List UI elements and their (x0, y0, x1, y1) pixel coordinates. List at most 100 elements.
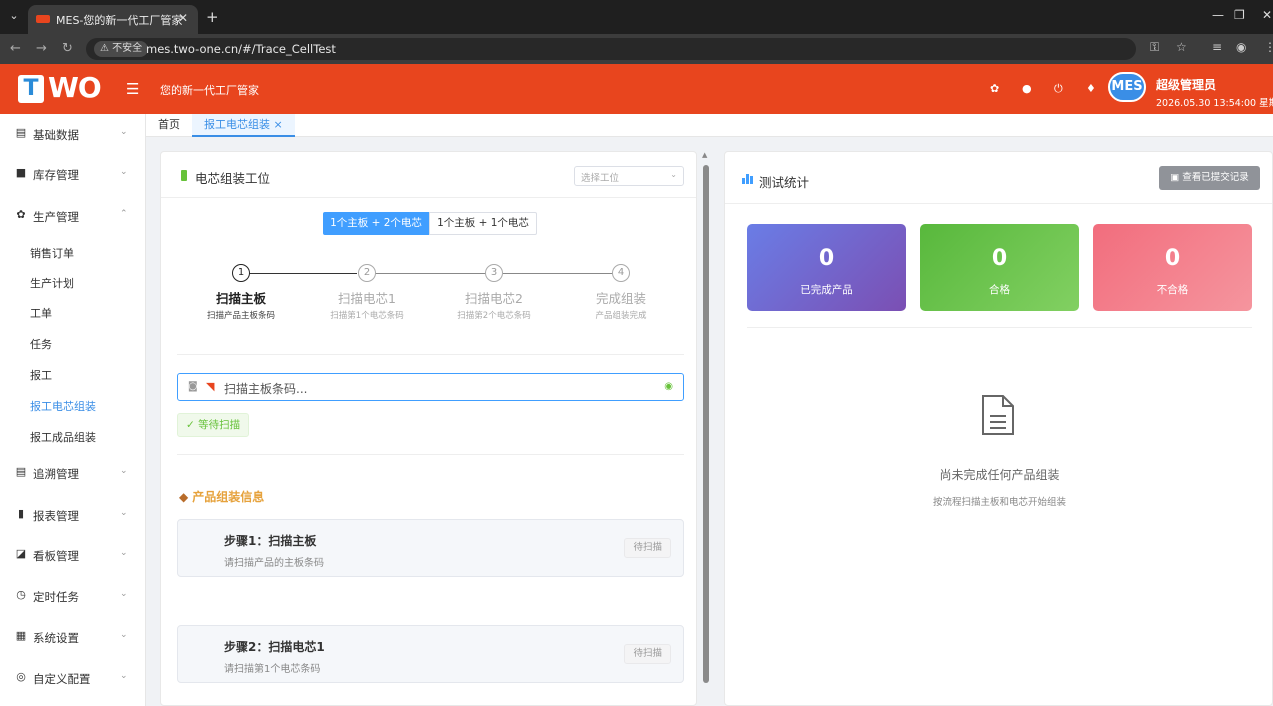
mode-button-two-cells[interactable]: 1个主板 + 2个电芯 (323, 212, 429, 235)
chevron-down-icon: ⌄ (120, 671, 128, 681)
hamburger-icon[interactable]: ☰ (126, 80, 139, 98)
chevron-down-icon: ⌄ (120, 548, 128, 558)
tab-close-icon[interactable]: × (274, 118, 283, 131)
chevron-down-icon: ⌄ (120, 167, 128, 177)
step-1-name: 扫描主板 (215, 291, 266, 306)
sidebar-subitem-work-order[interactable]: 工单 (0, 298, 146, 326)
station-select[interactable]: 选择工位 ⌄ (574, 166, 684, 186)
key-icon[interactable]: ⚿ (1150, 40, 1159, 55)
statistics-panel-header: 测试统计 ▣ 查看已提交记录 (725, 152, 1272, 204)
sidebar-item-label: 定时任务 (33, 590, 79, 604)
back-icon[interactable]: ← (10, 41, 21, 56)
tab-cell-assembly[interactable]: 报工电芯组装 × (192, 114, 295, 137)
security-badge[interactable]: ⚠ 不安全 (94, 41, 149, 57)
mode-button-one-cell[interactable]: 1个主板 + 1个电芯 (429, 212, 537, 235)
app-header: T WO ☰ 您的新一代工厂管家 ✿ ● ⏻ ♦ MES 超级管理员 2026.… (0, 64, 1273, 114)
barcode-scan-input[interactable]: ◙ ◥ 扫描主板条码... ◉ (177, 373, 684, 401)
sidebar-subitem-label: 报工 (30, 369, 52, 382)
scrollbar-thumb[interactable] (703, 165, 709, 683)
reload-icon[interactable]: ↻ (62, 41, 73, 56)
bar-chart-icon (742, 174, 753, 184)
settings-icon: ◎ (16, 670, 26, 683)
power-icon[interactable]: ⏻ (1054, 82, 1063, 96)
tab-search-icon[interactable]: ⌄ (6, 8, 22, 24)
new-tab-icon[interactable]: + (206, 8, 219, 26)
sidebar-item-label: 库存管理 (33, 168, 79, 182)
assembly-step-desc: 请扫描第1个电芯条码 (224, 664, 321, 675)
step-4-number: 4 (612, 264, 630, 282)
sidebar-item-scheduled[interactable]: ◷ 定时任务 ⌄ (0, 580, 146, 610)
document-icon: ▤ (15, 465, 27, 478)
sidebar-subitem-label: 任务 (30, 338, 52, 351)
view-records-button[interactable]: ▣ 查看已提交记录 (1159, 166, 1260, 190)
statistics-panel: 测试统计 ▣ 查看已提交记录 0 已完成产品 0 合格 0 不合格 尚未完成任何… (724, 151, 1273, 706)
gear-icon: ✿ (16, 208, 26, 221)
tab-title: MES-您的新一代工厂管家 (56, 14, 183, 27)
tab-close-icon[interactable]: ✕ (178, 11, 188, 25)
sidebar-item-system[interactable]: ▦ 系统设置 ⌄ (0, 621, 146, 651)
scanner-icon: ◥ (206, 380, 215, 393)
user-name[interactable]: 超级管理员 (1156, 76, 1216, 93)
browser-tabbar: ⌄ MES-您的新一代工厂管家 ✕ + — ❐ ✕ (0, 0, 1273, 34)
avatar[interactable]: MES (1108, 72, 1146, 102)
close-window-icon[interactable]: ✕ (1262, 8, 1272, 22)
view-records-label: 查看已提交记录 (1182, 172, 1249, 183)
tab-home[interactable]: 首页 (158, 114, 180, 137)
chevron-down-icon: ⌄ (120, 508, 128, 518)
sidebar-item-reports[interactable]: ▮ 报表管理 ⌄ (0, 499, 146, 529)
stat-value: 0 (991, 246, 1008, 271)
sidebar-item-inventory[interactable]: ■ 库存管理 ⌄ (0, 158, 146, 188)
alarm-clock-icon: ◷ (16, 588, 26, 601)
sidebar-item-label: 报表管理 (33, 509, 79, 523)
assembly-info-title: ◆ 产品组装信息 (179, 488, 264, 505)
camera-icon[interactable]: ◙ (188, 381, 198, 392)
sidebar-subitem-sales-order[interactable]: 销售订单 (0, 238, 146, 266)
profile-icon[interactable]: ◉ (1236, 40, 1246, 54)
chevron-down-icon: ⌄ (670, 170, 677, 179)
sidebar-item-label: 自定义配置 (33, 672, 91, 686)
sidebar-subitem-product-assembly[interactable]: 报工成品组装 (0, 422, 146, 450)
scroll-up-icon[interactable]: ▲ (702, 151, 707, 159)
browser-tab[interactable]: MES-您的新一代工厂管家 ✕ (28, 5, 198, 34)
sidebar-subitem-cell-assembly[interactable]: 报工电芯组装 (0, 391, 146, 419)
sidebar-item-basic-data[interactable]: ▤ 基础数据 ⌄ (0, 118, 146, 148)
scrollbar[interactable]: ▲ (701, 151, 710, 706)
sidebar-subitem-task[interactable]: 任务 (0, 329, 146, 357)
minimize-icon[interactable]: — (1212, 8, 1224, 22)
assembly-step-card: 步骤1：扫描主板 请扫描产品的主板条码 待扫描 (177, 519, 684, 577)
step-connector (375, 273, 487, 274)
assembly-step-title: 步骤2：扫描电芯1 (224, 640, 325, 654)
sidebar-subitem-production-plan[interactable]: 生产计划 (0, 268, 146, 296)
restore-icon[interactable]: ❐ (1234, 8, 1245, 22)
station-select-placeholder: 选择工位 (581, 173, 620, 184)
current-datetime: 2026.05.30 13:54:00 星期六 (1156, 98, 1273, 109)
status-badge: ✓ 等待扫描 (177, 413, 250, 437)
sidebar-item-production[interactable]: ✿ 生产管理 ⌃ (0, 200, 146, 230)
user-icon[interactable]: ● (1022, 82, 1032, 95)
chevron-up-icon: ⌃ (120, 209, 128, 219)
menu-icon[interactable]: ⋮ (1264, 40, 1273, 54)
station-title: 电芯组装工位 (195, 171, 271, 186)
star-icon[interactable]: ☆ (1176, 40, 1187, 54)
sidebar-subitem-report[interactable]: 报工 (0, 360, 146, 388)
favicon-icon (36, 15, 50, 23)
logo-letter: T (18, 75, 44, 103)
sidebar-item-dashboard[interactable]: ◪ 看板管理 ⌄ (0, 539, 146, 569)
sidebar-item-custom[interactable]: ◎ 自定义配置 ⌄ (0, 662, 146, 692)
bell-icon[interactable]: ♦ (1086, 82, 1096, 95)
divider (747, 327, 1252, 328)
gear-icon[interactable]: ✿ (990, 82, 999, 95)
empty-state-title: 尚未完成任何产品组装 (939, 468, 1060, 482)
forward-icon[interactable]: → (36, 41, 47, 56)
sidebar-item-label: 系统设置 (33, 631, 79, 645)
tab-label: 报工电芯组装 (204, 118, 270, 131)
sidebar-item-label: 看板管理 (33, 549, 79, 563)
sidebar-item-trace[interactable]: ▤ 追溯管理 ⌄ (0, 457, 146, 487)
assembly-step-card: 步骤2：扫描电芯1 请扫描第1个电芯条码 待扫描 (177, 625, 684, 683)
browser-addressbar: ← → ↻ ⚠ 不安全 mes.two-one.cn/#/Trace_CellT… (0, 34, 1273, 64)
playlist-icon[interactable]: ≡ (1212, 40, 1222, 54)
submit-circle-icon[interactable]: ◉ (664, 381, 673, 392)
url-text[interactable]: mes.two-one.cn/#/Trace_CellTest (146, 42, 336, 56)
sidebar-subitem-label: 报工电芯组装 (30, 400, 96, 413)
url-bar[interactable]: ⚠ 不安全 mes.two-one.cn/#/Trace_CellTest (86, 38, 1136, 60)
